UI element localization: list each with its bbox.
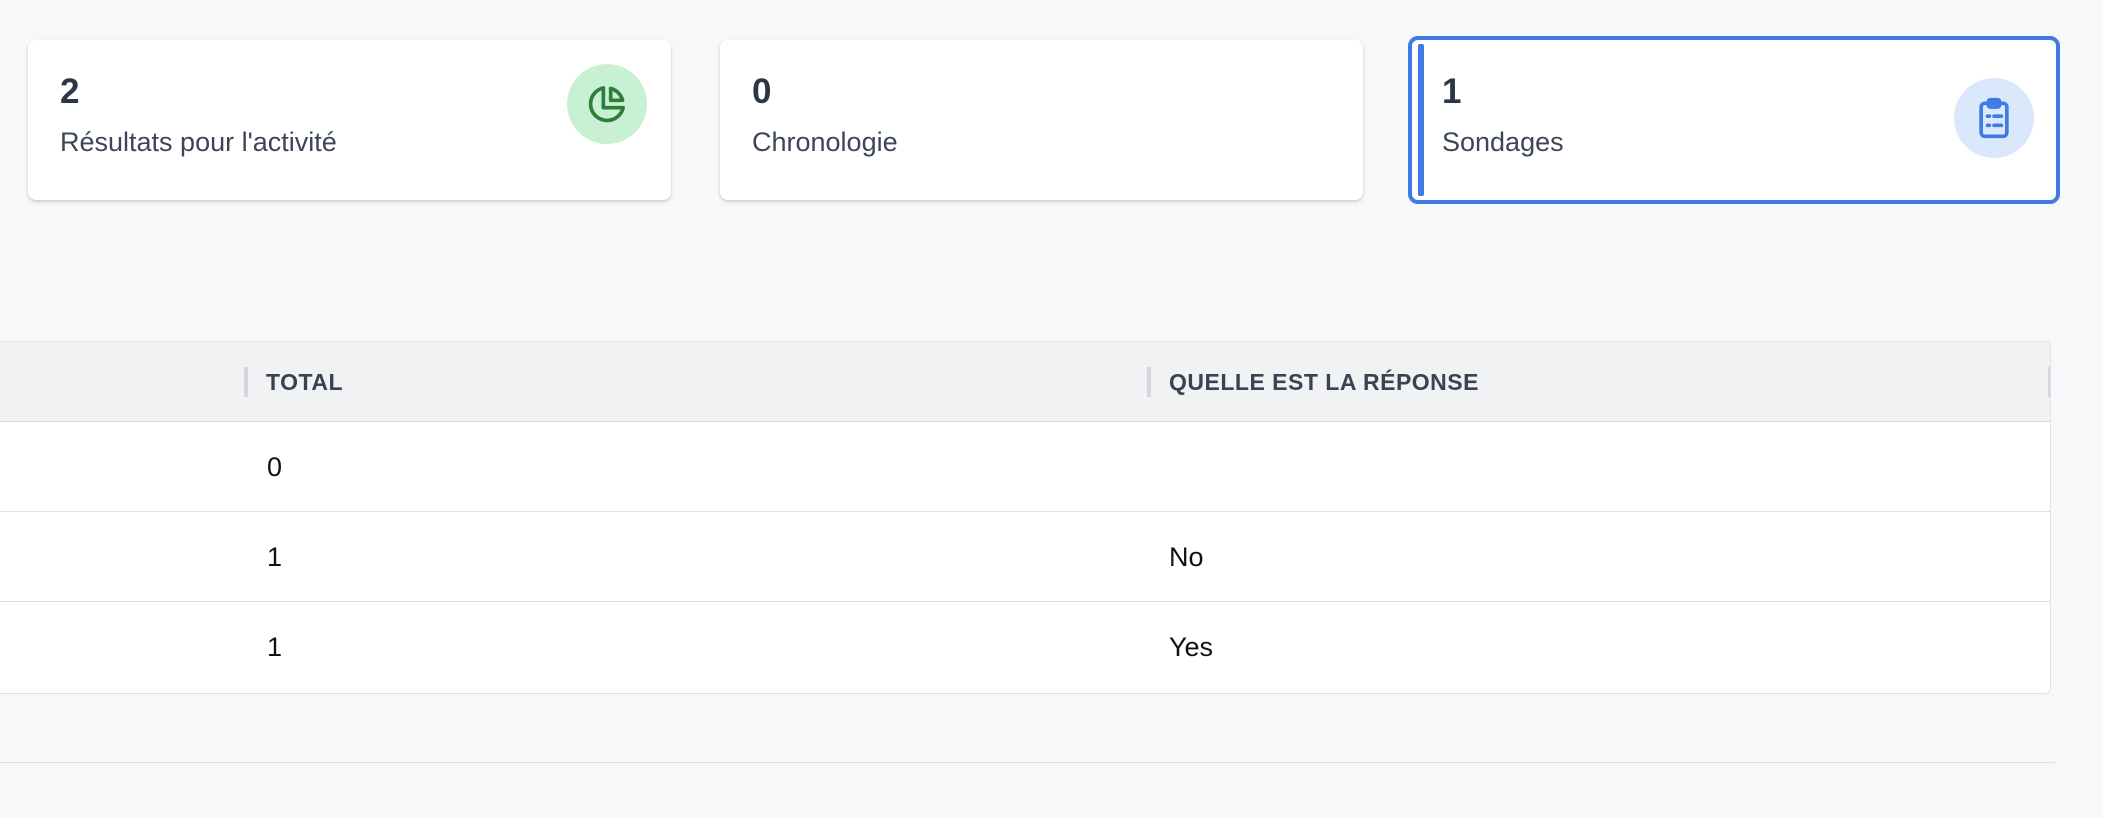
stat-card-surveys[interactable]: 1 Sondages [1408,36,2060,204]
cell-total: 1 [267,541,283,572]
stat-label: Résultats pour l'activité [60,127,337,157]
stat-card-activity-results[interactable]: 2 Résultats pour l'activité [28,40,671,200]
cell-total: 1 [267,631,283,662]
table-row[interactable]: 0 [0,422,2050,512]
stat-count: 2 [60,72,80,111]
stat-count: 0 [752,72,772,111]
cell-answer: No [1169,541,1204,572]
cell-total: 0 [267,451,283,482]
stat-label: Sondages [1442,127,1564,157]
table-row[interactable]: 1 No [0,512,2050,602]
table-header: TOTAL QUELLE EST LA RÉPONSE [0,342,2050,422]
column-resize-handle[interactable] [2048,367,2050,397]
column-resize-handle[interactable] [1147,367,1151,397]
table-row[interactable]: 1 Yes [0,602,2050,692]
section-divider [0,762,2055,763]
page: 2 Résultats pour l'activité 0 Chronologi… [0,0,2102,818]
results-table: TOTAL QUELLE EST LA RÉPONSE 0 1 No 1 Yes [0,341,2051,694]
column-header-total[interactable]: TOTAL [266,342,343,422]
stat-card-timeline[interactable]: 0 Chronologie [720,40,1363,200]
stat-count: 1 [1442,72,1462,111]
cell-answer: Yes [1169,631,1214,662]
stat-label: Chronologie [752,127,898,157]
clipboard-list-icon [1954,78,2034,158]
column-resize-handle[interactable] [244,367,248,397]
column-header-answer[interactable]: QUELLE EST LA RÉPONSE [1169,342,1479,422]
selected-indicator [1418,44,1424,196]
pie-chart-icon [567,64,647,144]
